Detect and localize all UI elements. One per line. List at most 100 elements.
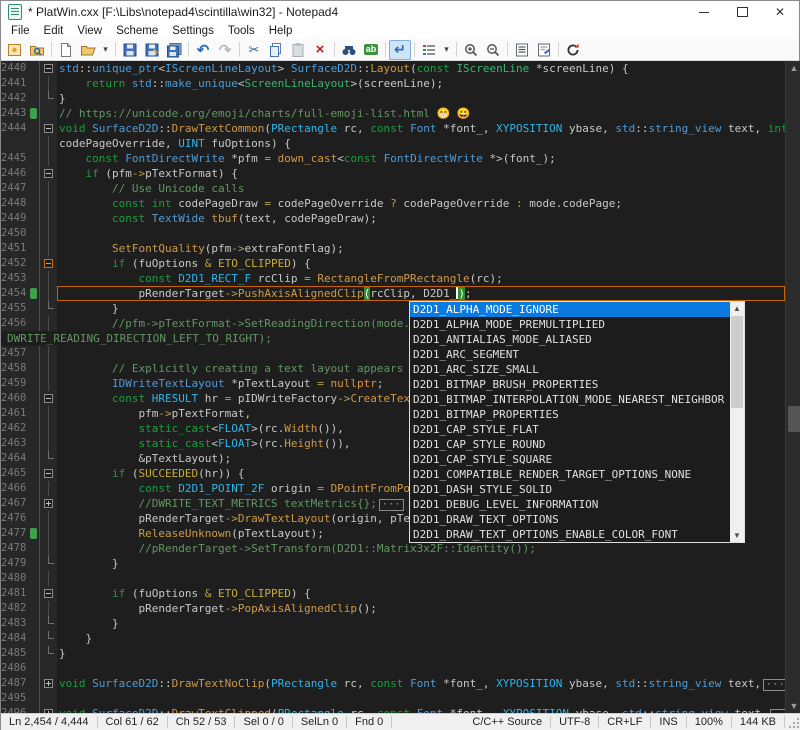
fold-margin[interactable] (39, 226, 57, 241)
line-number[interactable]: 2487 (1, 676, 29, 691)
fold-margin[interactable] (39, 106, 57, 121)
scroll-up-arrow-icon[interactable]: ▲ (730, 302, 744, 315)
code-line[interactable]: 2485} (1, 646, 785, 661)
bookmark-margin[interactable] (29, 676, 39, 691)
line-number[interactable]: 2446 (1, 166, 29, 181)
fold-margin[interactable] (39, 121, 57, 136)
fold-toggle-icon[interactable] (44, 499, 53, 508)
menu-item-view[interactable]: View (70, 24, 109, 38)
new-window-button[interactable] (4, 40, 26, 60)
code-text[interactable]: const FontDirectWrite *pfm = down_cast<c… (57, 151, 785, 166)
line-number[interactable]: 2440 (1, 61, 29, 76)
fold-margin[interactable] (39, 676, 57, 691)
document-settings-button[interactable] (533, 40, 555, 60)
bookmark-margin[interactable] (29, 646, 39, 661)
code-line[interactable]: 2451 SetFontQuality(pfm->extraFontFlag); (1, 241, 785, 256)
bookmark-margin[interactable] (29, 376, 39, 391)
fold-margin[interactable] (39, 631, 57, 646)
fold-margin[interactable] (39, 166, 57, 181)
bookmark-margin[interactable] (29, 256, 39, 271)
code-line[interactable]: 2452 if (fuOptions & ETO_CLIPPED) { (1, 256, 785, 271)
bookmark-margin[interactable] (29, 121, 39, 136)
line-number[interactable]: 2455 (1, 301, 29, 316)
status-cell-right-2[interactable]: CR+LF (599, 716, 651, 728)
bookmark-margin[interactable] (29, 316, 39, 331)
bookmark-margin[interactable] (29, 541, 39, 556)
code-text[interactable]: const int codePageDraw = codePageOverrid… (57, 196, 785, 211)
line-number[interactable]: 2467 (1, 496, 29, 511)
bookmark-margin[interactable] (29, 166, 39, 181)
line-number[interactable]: 2480 (1, 571, 29, 586)
scrollbar-thumb[interactable] (788, 406, 800, 432)
line-number[interactable]: 2441 (1, 76, 29, 91)
fold-margin[interactable] (39, 241, 57, 256)
line-number[interactable]: 2482 (1, 601, 29, 616)
new-file-button[interactable] (55, 40, 77, 60)
open-recent-dropdown[interactable]: ▾ (99, 40, 112, 60)
menu-item-file[interactable]: File (4, 24, 37, 38)
delete-button[interactable]: × (309, 40, 331, 60)
line-number[interactable]: 2450 (1, 226, 29, 241)
menu-item-scheme[interactable]: Scheme (109, 24, 165, 38)
code-text[interactable]: codePageOverride, UINT fuOptions) { (57, 136, 785, 151)
bookmark-margin[interactable] (29, 61, 39, 76)
status-cell-right-4[interactable]: 100% (687, 716, 732, 728)
status-cell-left-3[interactable]: Sel 0 / 0 (235, 716, 292, 728)
bookmark-margin[interactable] (29, 226, 39, 241)
line-number[interactable]: 2464 (1, 451, 29, 466)
bookmark-margin[interactable] (29, 661, 39, 676)
fold-toggle-icon[interactable] (44, 394, 53, 403)
fold-toggle-icon[interactable] (44, 124, 53, 133)
code-text[interactable]: pRenderTarget->PushAxisAlignedClip(rcCli… (57, 286, 785, 301)
fold-margin[interactable] (39, 451, 57, 466)
completion-item[interactable]: D2D1_ALPHA_MODE_IGNORE (410, 302, 730, 317)
fold-toggle-icon[interactable] (44, 469, 53, 478)
completion-item[interactable]: D2D1_BITMAP_INTERPOLATION_MODE_NEAREST_N… (410, 392, 730, 407)
code-text[interactable]: const TextWide tbuf(text, codePageDraw); (57, 211, 785, 226)
line-number[interactable]: 2476 (1, 511, 29, 526)
bookmark-margin[interactable] (29, 211, 39, 226)
menu-item-edit[interactable]: Edit (37, 24, 71, 38)
line-number[interactable]: 2460 (1, 391, 29, 406)
fold-margin[interactable] (39, 466, 57, 481)
line-number[interactable]: 2449 (1, 211, 29, 226)
fold-ellipsis-box[interactable]: ··· (379, 499, 404, 511)
fold-margin[interactable] (39, 91, 57, 106)
fold-margin[interactable] (39, 421, 57, 436)
code-line[interactable]: 2450 (1, 226, 785, 241)
code-line[interactable]: 2483 } (1, 616, 785, 631)
code-text[interactable]: } (57, 631, 785, 646)
code-line[interactable]: 2480 (1, 571, 785, 586)
code-line[interactable]: 2446 if (pfm->pTextFormat) { (1, 166, 785, 181)
fold-margin[interactable] (39, 151, 57, 166)
bookmark-margin[interactable] (29, 76, 39, 91)
line-number[interactable]: 2453 (1, 271, 29, 286)
fold-margin[interactable] (39, 181, 57, 196)
line-number[interactable]: 2456 (1, 316, 29, 331)
fold-margin[interactable] (39, 646, 57, 661)
status-cell-left-1[interactable]: Col 61 / 62 (98, 716, 168, 728)
bookmark-margin[interactable] (29, 601, 39, 616)
zoom-out-button[interactable] (482, 40, 504, 60)
copy-button[interactable] (265, 40, 287, 60)
line-number[interactable]: 2445 (1, 151, 29, 166)
redo-button[interactable]: ↷ (214, 40, 236, 60)
line-number[interactable]: 2495 (1, 691, 29, 706)
code-line[interactable]: 2441 return std::make_unique<ScreenLineL… (1, 76, 785, 91)
zoom-in-button[interactable] (460, 40, 482, 60)
line-number[interactable]: 2478 (1, 541, 29, 556)
bookmark-margin[interactable] (29, 391, 39, 406)
bookmark-margin[interactable] (29, 436, 39, 451)
scroll-down-arrow-icon[interactable]: ▼ (786, 699, 800, 713)
fold-toggle-icon[interactable] (44, 64, 53, 73)
code-line[interactable]: 2481 if (fuOptions & ETO_CLIPPED) { (1, 586, 785, 601)
undo-button[interactable]: ↶ (192, 40, 214, 60)
completion-item[interactable]: D2D1_ARC_SIZE_SMALL (410, 362, 730, 377)
code-text[interactable]: if (fuOptions & ETO_CLIPPED) { (57, 256, 785, 271)
completion-item[interactable]: D2D1_BITMAP_BRUSH_PROPERTIES (410, 377, 730, 392)
paste-button[interactable] (287, 40, 309, 60)
fold-margin[interactable] (39, 496, 57, 511)
completion-item[interactable]: D2D1_BITMAP_PROPERTIES (410, 407, 730, 422)
completion-item[interactable]: D2D1_CAP_STYLE_ROUND (410, 437, 730, 452)
bookmark-margin[interactable] (29, 616, 39, 631)
